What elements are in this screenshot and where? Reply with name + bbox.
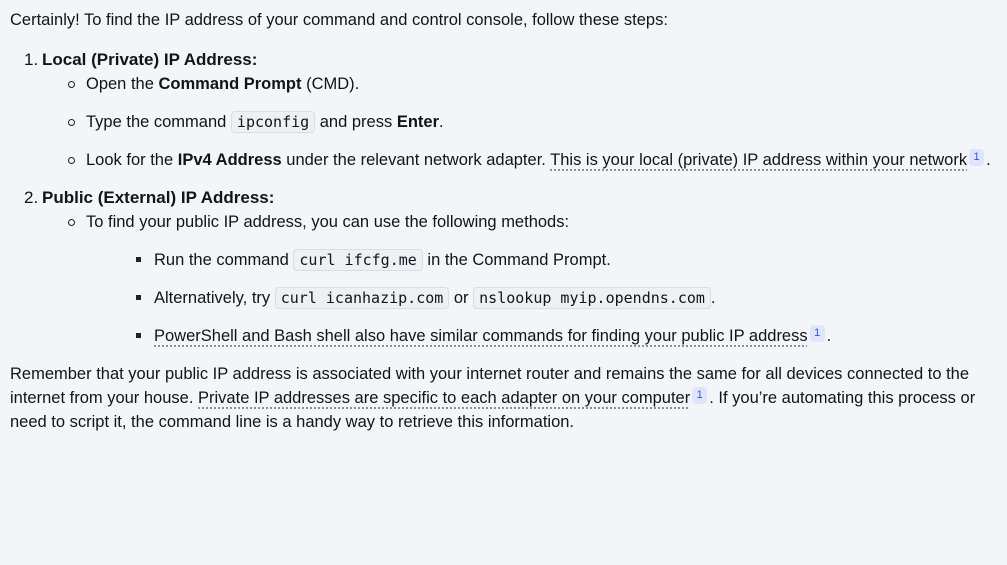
cited-sentence[interactable]: Private IP addresses are specific to eac… bbox=[198, 389, 690, 407]
square-bullet-icon bbox=[136, 257, 141, 262]
method-alternatives: Alternatively, try curl icanhazip.com or… bbox=[136, 286, 997, 310]
substep-text: . bbox=[986, 151, 991, 169]
step-number: 2. bbox=[24, 188, 39, 207]
citation-badge[interactable]: 1 bbox=[809, 325, 825, 342]
citation-badge[interactable]: 1 bbox=[969, 149, 985, 166]
substep-bold: Enter bbox=[396, 113, 439, 131]
step-heading: 1. Local (Private) IP Address: bbox=[24, 48, 997, 72]
substep-text: Look for the bbox=[86, 151, 178, 169]
method-text: or bbox=[449, 289, 474, 307]
substep-text: under the relevant network adapter. bbox=[281, 151, 551, 169]
outro-text: Remember that your public IP address is … bbox=[10, 362, 997, 434]
inline-code: ipconfig bbox=[230, 111, 316, 133]
assistant-message: Certainly! To find the IP address of you… bbox=[0, 0, 1007, 565]
substep-text: (CMD). bbox=[301, 75, 360, 93]
square-bullet-icon bbox=[136, 295, 141, 300]
substep-ipv4: Look for the IPv4 Address under the rele… bbox=[68, 148, 997, 172]
substep-text: To find your public IP address, you can … bbox=[86, 213, 570, 231]
step-heading: 2. Public (External) IP Address: bbox=[24, 186, 997, 210]
citation-badge[interactable]: 1 bbox=[692, 387, 708, 404]
inline-code: nslookup myip.opendns.com bbox=[473, 287, 711, 309]
intro-text: Certainly! To find the IP address of you… bbox=[10, 11, 668, 29]
inline-code: curl ifcfg.me bbox=[293, 249, 423, 271]
substep-text: Open the bbox=[86, 75, 159, 93]
method-text: Alternatively, try bbox=[154, 289, 275, 307]
substep-ipconfig: Type the command ipconfig and press Ente… bbox=[68, 110, 997, 134]
substep-public-methods: To find your public IP address, you can … bbox=[68, 210, 997, 348]
square-bullet-icon bbox=[136, 333, 141, 338]
circle-bullet-icon bbox=[68, 81, 75, 88]
step-title: Public (External) IP Address: bbox=[42, 188, 275, 207]
method-text: . bbox=[826, 327, 832, 345]
substep-text: Type the command bbox=[86, 113, 231, 131]
step-substeps: Open the Command Prompt (CMD). Type the … bbox=[24, 72, 997, 172]
substep-text: and press bbox=[315, 113, 397, 131]
method-text: . bbox=[710, 289, 716, 307]
circle-bullet-icon bbox=[68, 119, 75, 126]
method-text: in the Command Prompt. bbox=[422, 251, 611, 269]
substep-bold: IPv4 Address bbox=[177, 151, 282, 169]
inline-code: curl icanhazip.com bbox=[274, 287, 450, 309]
method-curl-ifcfg: Run the command curl ifcfg.me in the Com… bbox=[136, 248, 997, 272]
method-list: Run the command curl ifcfg.me in the Com… bbox=[86, 248, 997, 348]
step-title: Local (Private) IP Address: bbox=[42, 50, 258, 69]
circle-bullet-icon bbox=[68, 219, 75, 226]
method-shells: PowerShell and Bash shell also have simi… bbox=[136, 324, 997, 348]
cited-sentence[interactable]: PowerShell and Bash shell also have simi… bbox=[154, 327, 808, 345]
circle-bullet-icon bbox=[68, 157, 75, 164]
steps-list: 1. Local (Private) IP Address: Open the … bbox=[10, 48, 997, 348]
step-public-ip: 2. Public (External) IP Address: To find… bbox=[24, 186, 997, 348]
step-number: 1. bbox=[24, 50, 39, 69]
substep-text: . bbox=[439, 113, 444, 131]
substep-open-cmd: Open the Command Prompt (CMD). bbox=[68, 72, 997, 96]
cited-sentence[interactable]: This is your local (private) IP address … bbox=[550, 151, 967, 169]
method-text: Run the command bbox=[154, 251, 294, 269]
step-local-ip: 1. Local (Private) IP Address: Open the … bbox=[24, 48, 997, 172]
step-substeps: To find your public IP address, you can … bbox=[24, 210, 997, 348]
substep-bold: Command Prompt bbox=[158, 75, 302, 93]
